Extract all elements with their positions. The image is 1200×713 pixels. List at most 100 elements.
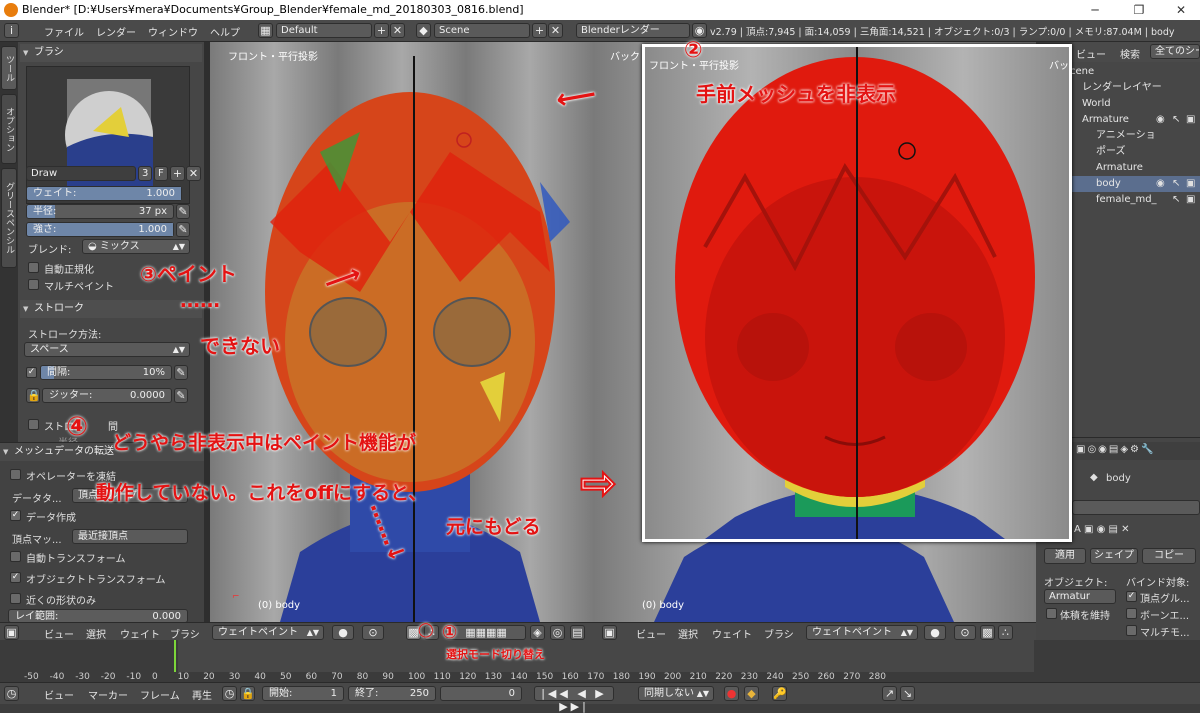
editor-type-icon[interactable]: ▣ [602,625,617,640]
stroke-option-checkbox[interactable] [28,419,39,430]
visibility-eye-icon[interactable]: ◉ [1156,114,1165,125]
vertex-selection-mask-button[interactable]: ∴ [998,625,1013,640]
spacing-checkbox[interactable]: ✓ [26,367,37,378]
weight-slider[interactable]: ウェイト: 1.000 [26,186,182,201]
menu-frame[interactable]: フレーム [140,687,180,702]
minimize-button[interactable]: ─ [1080,2,1110,18]
tab-grease-pencil[interactable]: グリースペンシル [1,168,17,268]
auto-transform-checkbox[interactable] [10,551,21,562]
multi-paint-checkbox[interactable] [28,279,39,290]
jitter-slider[interactable]: ジッター: 0.0000 [42,388,172,403]
menu-brush[interactable]: ブラシ [764,626,794,641]
jitter-pressure-icon[interactable]: ✎ [174,388,188,403]
menu-view[interactable]: ビュー [44,626,74,641]
vertex-group-checkbox[interactable]: ✓ [1126,591,1137,602]
brush-preview[interactable] [26,66,190,204]
restrict-select-icon[interactable]: ↖ [1172,114,1180,125]
spacing-pressure-icon[interactable]: ✎ [174,365,188,380]
multi-modifier-checkbox[interactable] [1126,625,1137,636]
render-view-icon[interactable]: ◎ [550,625,565,640]
freeze-operator-checkbox[interactable] [10,469,21,480]
restrict-select-icon[interactable]: ↖ [1172,178,1180,189]
start-frame-field[interactable]: 開始: 1 [262,686,344,701]
preserve-volume-checkbox[interactable] [1046,608,1057,619]
mode-dropdown[interactable]: ウェイトペイント ▲▼ [212,625,324,640]
editor-type-icon[interactable]: ◷ [4,686,19,701]
sync-mode-dropdown[interactable]: 同期しない ▲▼ [638,686,714,701]
keyframe-icon[interactable]: ◆ [744,686,759,701]
menu-view[interactable]: ビュー [44,687,74,702]
brush-fake-user-button[interactable]: F [154,166,168,181]
menu-view[interactable]: ビュー [636,626,666,641]
brush-panel-header[interactable]: ブラシ [20,44,202,62]
ray-range-slider[interactable]: レイ範囲: 0.000 [8,609,188,623]
scene-add-button[interactable]: + [532,23,547,38]
menu-select[interactable]: 選択 [86,626,106,641]
shading-icon[interactable]: ● [332,625,354,640]
menu-weight[interactable]: ウェイト [712,626,752,641]
auto-normalize-checkbox[interactable] [28,262,39,273]
maximize-button[interactable]: ❐ [1124,2,1154,18]
object-transform-checkbox[interactable]: ✓ [10,572,21,583]
restrict-select-icon[interactable]: ↖ [1172,194,1180,205]
render-camera-icon[interactable]: ▣ [1186,194,1195,205]
render-camera-icon[interactable]: ▣ [1186,178,1195,189]
keyframe-insert-icon[interactable]: ↗ [882,686,897,701]
editor-type-icon[interactable]: i [4,23,19,38]
menu-weight[interactable]: ウェイト [120,626,160,641]
record-icon[interactable]: ● [724,686,739,701]
strength-slider[interactable]: 強さ: 1.000 [26,222,174,237]
camera-icon[interactable]: ▤ [570,625,585,640]
render-engine-dropdown[interactable]: Blenderレンダー [576,23,690,38]
layout-add-button[interactable]: + [374,23,389,38]
menu-window[interactable]: ウィンドウ [148,24,198,39]
lock-icon[interactable]: 🔒 [240,686,255,701]
outliner-filter-dropdown[interactable]: 全てのシー [1150,44,1200,59]
bone-envelope-checkbox[interactable] [1126,608,1137,619]
current-frame-field[interactable]: 0 [440,686,522,701]
armature-object-field[interactable]: Armatur [1044,589,1116,604]
blend-dropdown[interactable]: ◒ ミックス ▲▼ [82,239,190,254]
stroke-method-dropdown[interactable]: スペース ▲▼ [24,342,190,357]
strength-pressure-icon[interactable]: ✎ [176,222,190,237]
layout-field[interactable]: Default [276,23,372,38]
copy-button[interactable]: コピー [1142,548,1196,564]
face-selection-mask-button[interactable]: ▩ [980,625,995,640]
keyframe-delete-icon[interactable]: ↘ [900,686,915,701]
lock-layer-icon[interactable]: ◈ [530,625,545,640]
menu-help[interactable]: ヘルプ [210,24,240,39]
properties-tabs[interactable]: ▣◎◉▤◈⚙🔧 [1072,442,1200,460]
menu-brush[interactable]: ブラシ [170,626,200,641]
keying-set-icon[interactable]: 🔑 [772,686,787,701]
layout-icon[interactable]: ▦ [258,23,273,38]
create-data-checkbox[interactable]: ✓ [10,510,21,521]
shading-icon[interactable]: ● [924,625,946,640]
tab-options[interactable]: オプション [1,94,17,164]
preview-range-icon[interactable]: ◷ [222,686,237,701]
brush-name-field[interactable]: Draw [26,166,136,181]
layer-buttons[interactable]: ▦▦▦▦ [446,625,526,640]
brush-add-button[interactable]: + [170,166,185,181]
property-context-icons[interactable]: ▣◎◉▤◈⚙🔧 [1076,444,1155,455]
menu-select[interactable]: 選択 [678,626,698,641]
scene-field[interactable]: Scene [434,23,530,38]
apply-button[interactable]: 適用 [1044,548,1086,564]
only-shape-checkbox[interactable] [10,593,21,604]
menu-file[interactable]: ファイル [44,24,84,39]
visibility-eye-icon[interactable]: ◉ [1156,178,1165,189]
scene-icon[interactable]: ◆ [416,23,431,38]
playback-controls[interactable]: |◀◀ ◀ ▶ ▶▶| [534,686,614,713]
outliner-menu-view[interactable]: ビュー [1076,46,1106,61]
radius-pressure-icon[interactable]: ✎ [176,204,190,219]
brush-remove-button[interactable]: ✕ [186,166,201,181]
layout-remove-button[interactable]: ✕ [390,23,405,38]
pivot-icon[interactable]: ⊙ [362,625,384,640]
radius-slider[interactable]: 半径: 37 px [26,204,174,219]
modifier-icons[interactable]: A ▣ ◉ ▤ ✕ [1074,524,1130,535]
modifier-add-dropdown[interactable] [1072,500,1200,515]
menu-marker[interactable]: マーカー [88,687,128,702]
menu-playback[interactable]: 再生 [192,687,212,702]
mode-dropdown[interactable]: ウェイトペイント ▲▼ [806,625,918,640]
scene-remove-button[interactable]: ✕ [548,23,563,38]
stroke-panel-header[interactable]: ストローク [20,300,202,318]
